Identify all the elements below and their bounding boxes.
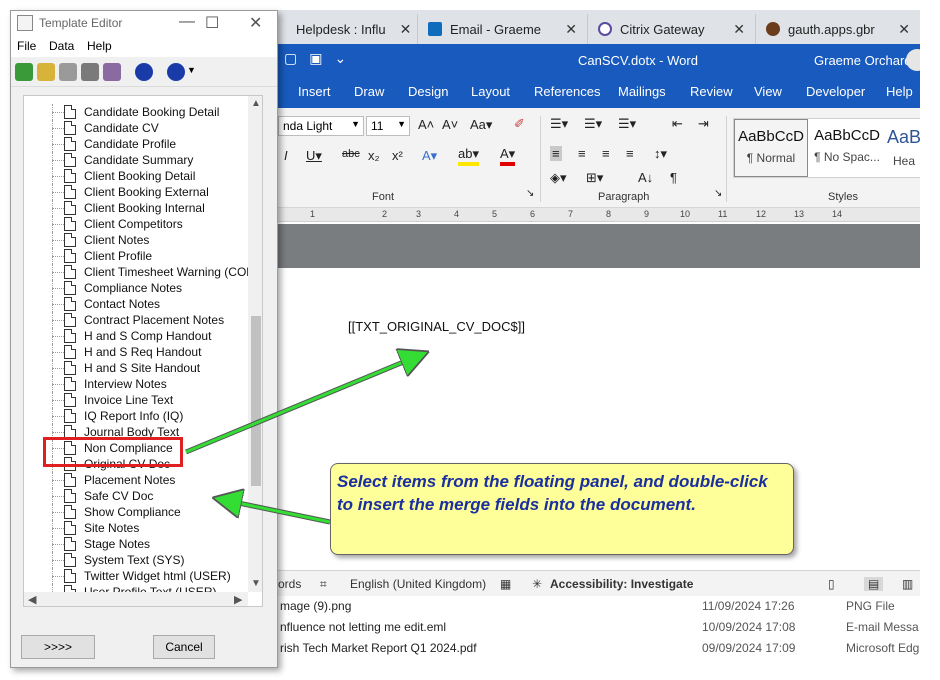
arrow-to-document: [185, 356, 418, 454]
callout-box: Select items from the floating panel, an…: [330, 463, 794, 555]
arrow-to-panel: [224, 500, 331, 524]
callout-text: Select items from the floating panel, an…: [337, 472, 768, 514]
annotation-arrows: [185, 0, 940, 525]
highlight-box: [43, 437, 183, 467]
